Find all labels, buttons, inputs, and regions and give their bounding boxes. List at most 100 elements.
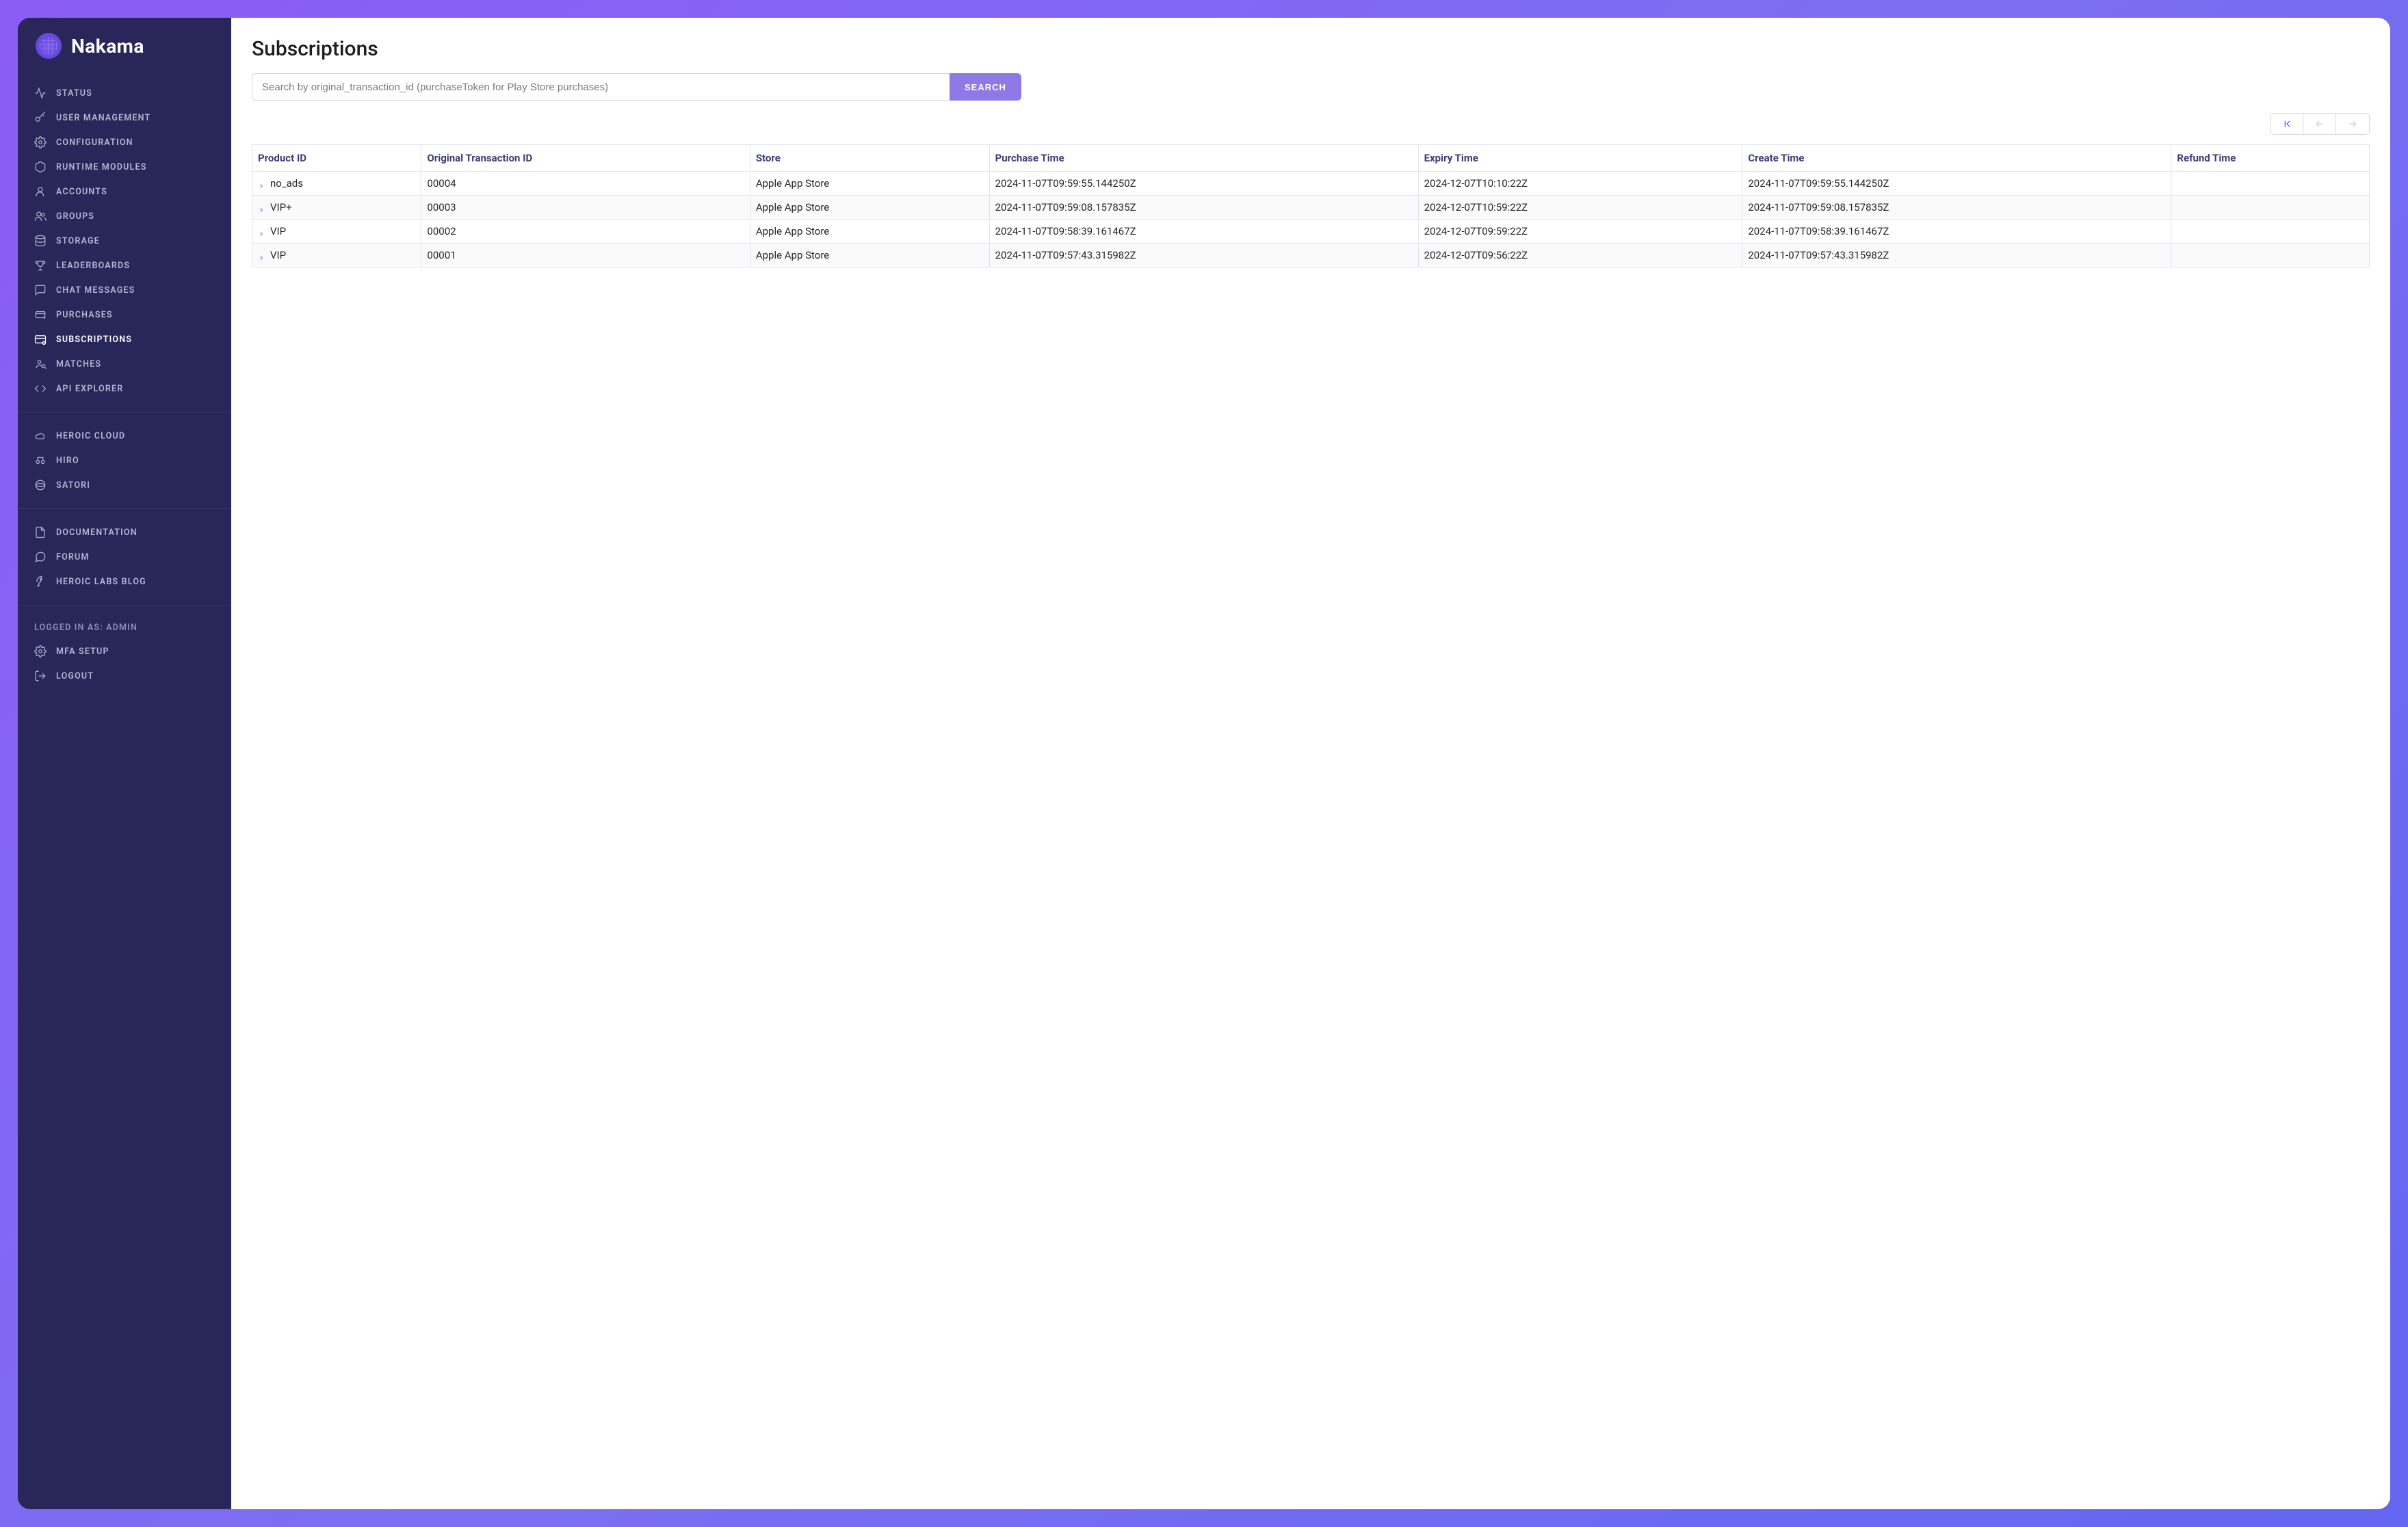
sidebar-item-mfa-setup[interactable]: MFA Setup [18, 639, 231, 664]
sidebar-item-user-management[interactable]: User Management [18, 105, 231, 130]
cell-refund-time [2171, 172, 2370, 196]
brand-name: Nakama [71, 35, 144, 57]
sidebar-item-storage[interactable]: Storage [18, 229, 231, 253]
session-label: Logged in as: admin [18, 616, 231, 639]
sidebar-item-label: Runtime Modules [56, 162, 147, 172]
cell-product-id: no_ads [252, 172, 421, 196]
subscriptions-table: Product IDOriginal Transaction IDStorePu… [252, 144, 2370, 267]
document-icon [34, 526, 47, 538]
key-icon [34, 112, 47, 124]
chevron-right-icon[interactable] [258, 252, 265, 259]
arrow-right-icon [2346, 118, 2359, 130]
app-shell: Nakama Status User Management Configuratio… [18, 18, 2390, 1509]
users-icon [34, 210, 47, 222]
cell-create-time: 2024-11-07T09:59:55.144250Z [1742, 172, 2171, 196]
cell-refund-time [2171, 196, 2370, 220]
cell-expiry-time: 2024-12-07T10:59:22Z [1418, 196, 1742, 220]
cell-expiry-time: 2024-12-07T09:59:22Z [1418, 220, 1742, 244]
cell-original-transaction-id: 00001 [421, 244, 750, 267]
sidebar-item-configuration[interactable]: Configuration [18, 130, 231, 155]
satori-icon [34, 479, 47, 491]
sidebar-item-label: Heroic Labs Blog [56, 577, 146, 587]
sidebar-item-label: Heroic Cloud [56, 431, 125, 441]
sidebar-item-status[interactable]: Status [18, 81, 231, 105]
cell-product-id: VIP [252, 220, 421, 244]
sidebar-item-heroic-cloud[interactable]: Heroic Cloud [18, 423, 231, 448]
sidebar-item-label: Satori [56, 480, 90, 491]
arrow-left-icon [2314, 118, 2326, 130]
cell-create-time: 2024-11-07T09:59:08.157835Z [1742, 196, 2171, 220]
trophy-icon [34, 259, 47, 272]
sidebar-item-heroic-labs-blog[interactable]: Heroic Labs Blog [18, 569, 231, 594]
product-id-text: VIP+ [270, 201, 292, 213]
search-user-icon [34, 358, 47, 370]
sidebar-item-label: Purchases [56, 310, 113, 320]
table-row[interactable]: VIP+00003Apple App Store2024-11-07T09:59… [252, 196, 2370, 220]
nav-divider [18, 508, 231, 509]
sidebar-item-api-explorer[interactable]: API Explorer [18, 376, 231, 401]
search-input[interactable] [252, 73, 950, 101]
first-page-icon [2281, 118, 2293, 130]
logout-icon [34, 670, 47, 682]
sidebar-item-label: Accounts [56, 187, 107, 197]
sidebar-item-label: Storage [56, 236, 100, 246]
cell-store: Apple App Store [750, 220, 989, 244]
pager-first-button[interactable] [2270, 114, 2303, 134]
cell-original-transaction-id: 00004 [421, 172, 750, 196]
sidebar-item-forum[interactable]: Forum [18, 545, 231, 569]
rocket-icon [34, 575, 47, 588]
sidebar-item-leaderboards[interactable]: Leaderboards [18, 253, 231, 278]
cell-product-id: VIP [252, 244, 421, 267]
table-header: Expiry Time [1418, 145, 1742, 172]
chevron-right-icon[interactable] [258, 228, 265, 235]
cell-store: Apple App Store [750, 196, 989, 220]
brand-logo-icon [36, 33, 62, 59]
sidebar-item-accounts[interactable]: Accounts [18, 179, 231, 204]
cell-store: Apple App Store [750, 244, 989, 267]
sidebar-item-satori[interactable]: Satori [18, 473, 231, 497]
table-row[interactable]: no_ads00004Apple App Store2024-11-07T09:… [252, 172, 2370, 196]
search-row: SEARCH [252, 73, 2370, 101]
table-header: Product ID [252, 145, 421, 172]
sidebar-item-subscriptions[interactable]: Subscriptions [18, 327, 231, 352]
cell-refund-time [2171, 220, 2370, 244]
table-header: Refund Time [2171, 145, 2370, 172]
sidebar-item-groups[interactable]: Groups [18, 204, 231, 229]
chat-icon [34, 551, 47, 563]
nav-primary: Status User Management Configuration Runtim… [18, 75, 231, 406]
sidebar-item-label: Status [56, 88, 92, 99]
sidebar-item-purchases[interactable]: Purchases [18, 302, 231, 327]
sidebar-item-runtime-modules[interactable]: Runtime Modules [18, 155, 231, 179]
cell-purchase-time: 2024-11-07T09:59:55.144250Z [989, 172, 1418, 196]
table-header: Store [750, 145, 989, 172]
brand: Nakama [18, 18, 231, 75]
sidebar-item-documentation[interactable]: Documentation [18, 520, 231, 545]
sidebar-item-label: User Management [56, 113, 150, 123]
main-content: Subscriptions SEARCH [231, 18, 2390, 1509]
chevron-right-icon[interactable] [258, 180, 265, 187]
sidebar-item-label: Matches [56, 359, 101, 369]
table-row[interactable]: VIP00002Apple App Store2024-11-07T09:58:… [252, 220, 2370, 244]
message-icon [34, 284, 47, 296]
table-header: Purchase Time [989, 145, 1418, 172]
nav-session: Logged in as: admin MFA SetupLogout [18, 611, 231, 694]
pager [252, 113, 2370, 135]
table-header: Original Transaction ID [421, 145, 750, 172]
cell-expiry-time: 2024-12-07T09:56:22Z [1418, 244, 1742, 267]
cell-original-transaction-id: 00002 [421, 220, 750, 244]
chevron-right-icon[interactable] [258, 204, 265, 211]
sidebar-item-chat-messages[interactable]: Chat Messages [18, 278, 231, 302]
search-button[interactable]: SEARCH [950, 73, 1021, 101]
cell-create-time: 2024-11-07T09:57:43.315982Z [1742, 244, 2171, 267]
sidebar-item-hiro[interactable]: Hiro [18, 448, 231, 473]
table-head: Product IDOriginal Transaction IDStorePu… [252, 145, 2370, 172]
table-row[interactable]: VIP00001Apple App Store 2024-11-07T09:57:… [252, 244, 2370, 267]
cloud-icon [34, 430, 47, 442]
sidebar-item-logout[interactable]: Logout [18, 664, 231, 688]
pager-next-button[interactable] [2336, 114, 2369, 134]
table-body: no_ads00004Apple App Store2024-11-07T09:… [252, 172, 2370, 267]
cell-purchase-time: 2024-11-07T09:59:08.157835Z [989, 196, 1418, 220]
pager-prev-button[interactable] [2303, 114, 2336, 134]
sidebar-item-matches[interactable]: Matches [18, 352, 231, 376]
cell-store: Apple App Store [750, 172, 989, 196]
